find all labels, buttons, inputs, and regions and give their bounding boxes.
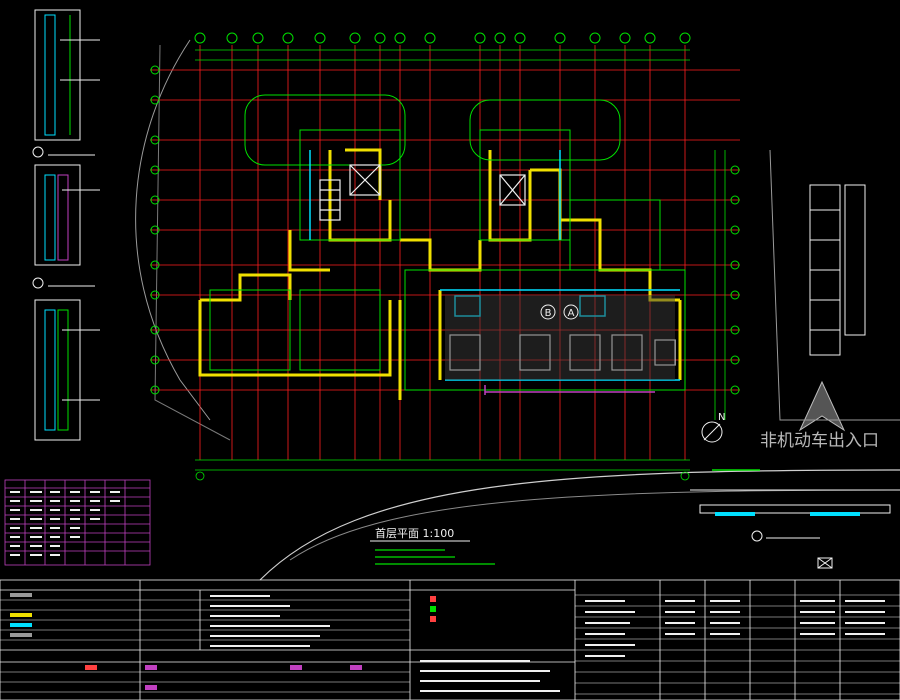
axis-label-b-text: B	[545, 308, 552, 319]
lobby-floor	[445, 295, 675, 380]
north-letter: N	[718, 412, 725, 423]
watermark-text: 非机动车出入口	[760, 431, 879, 451]
axis-label-a-text: A	[568, 308, 575, 319]
scale-title: 首层平面 1:100	[375, 526, 454, 540]
cad-drawing-canvas: B A N 非机动车出入口 首层平面 1:100	[0, 0, 900, 700]
